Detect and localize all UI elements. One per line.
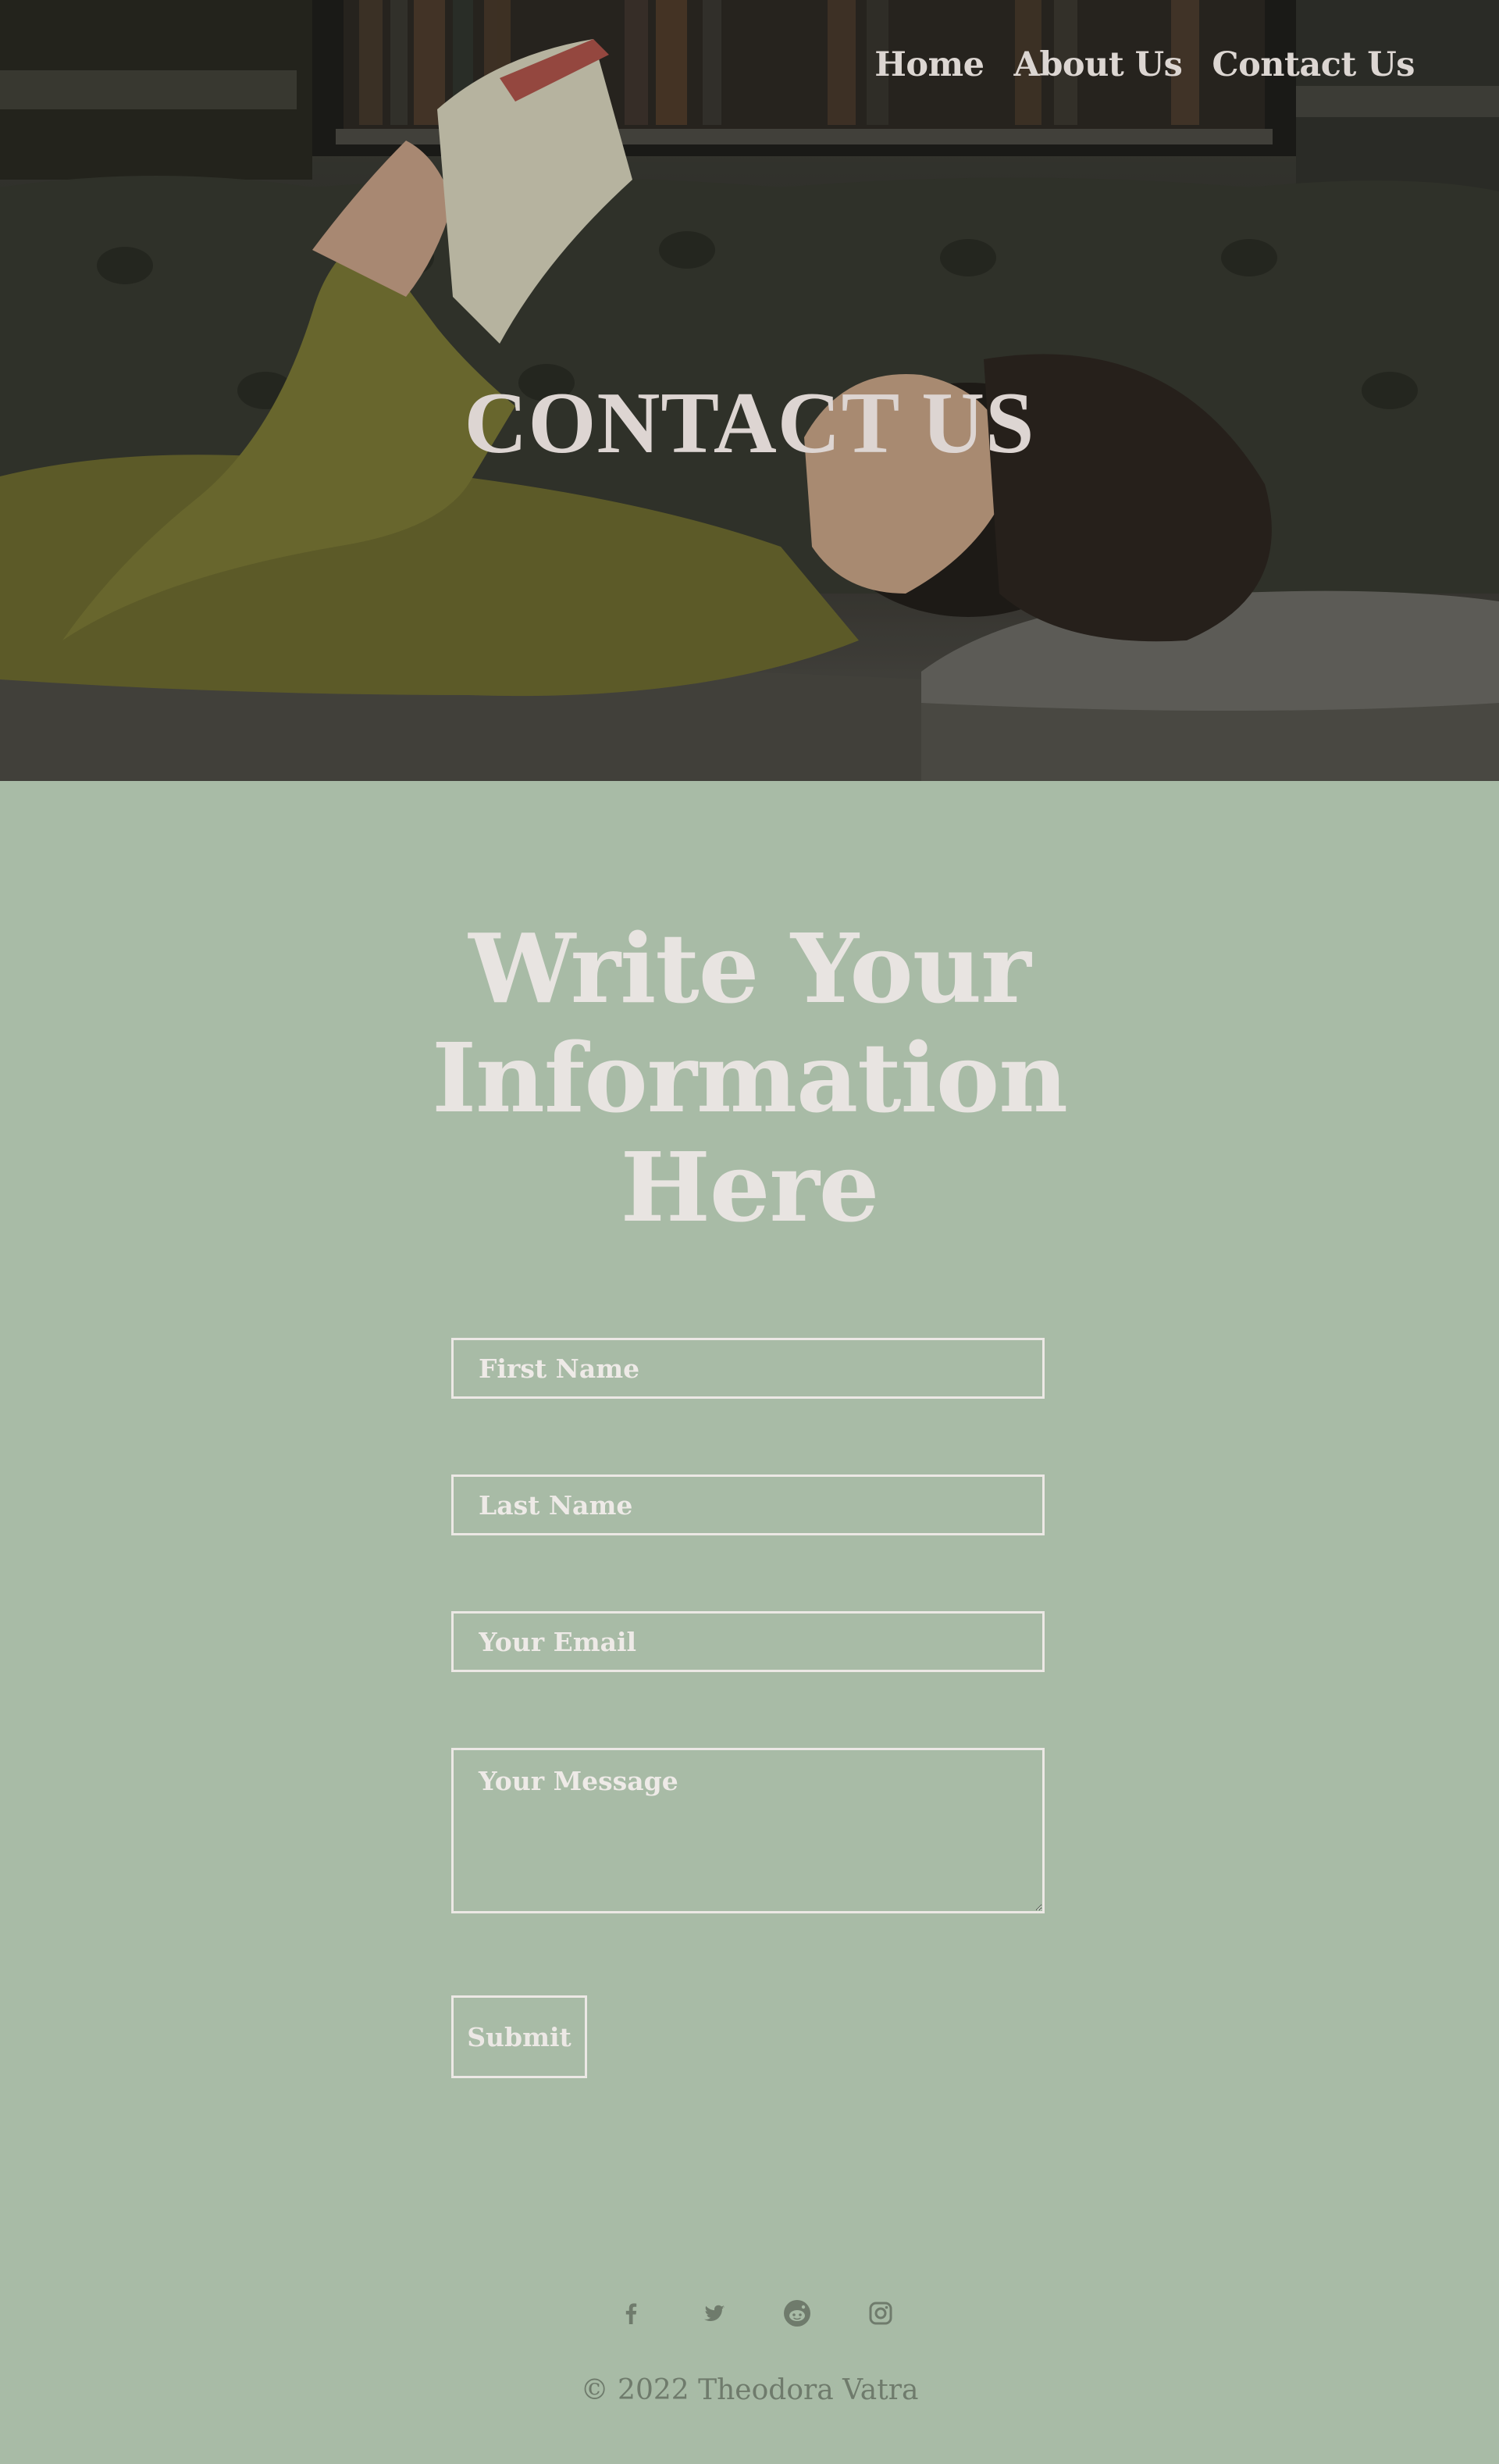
nav-about-us[interactable]: About Us bbox=[1013, 45, 1182, 84]
hero-title: CONTACT US bbox=[464, 375, 1035, 472]
submit-button[interactable]: Submit bbox=[451, 1995, 587, 2078]
twitter-icon bbox=[704, 2305, 725, 2321]
nav-contact-us[interactable]: Contact Us bbox=[1212, 45, 1415, 84]
reddit-link[interactable] bbox=[780, 2296, 814, 2330]
social-links bbox=[0, 2296, 1499, 2330]
last-name-input[interactable] bbox=[451, 1474, 1045, 1535]
facebook-link[interactable] bbox=[614, 2296, 648, 2330]
instagram-icon bbox=[869, 2302, 892, 2325]
facebook-icon bbox=[625, 2303, 637, 2324]
twitter-link[interactable] bbox=[697, 2296, 732, 2330]
form-heading: Write Your Information Here bbox=[432, 912, 1068, 1243]
message-textarea[interactable] bbox=[451, 1748, 1045, 1913]
email-input[interactable] bbox=[451, 1611, 1045, 1672]
first-name-input[interactable] bbox=[451, 1338, 1045, 1399]
reddit-icon bbox=[784, 2300, 810, 2327]
instagram-link[interactable] bbox=[863, 2296, 898, 2330]
nav-home[interactable]: Home bbox=[874, 45, 984, 84]
main-nav: Home About Us Contact Us bbox=[874, 45, 1415, 84]
copyright-text: © 2022 Theodora Vatra bbox=[580, 2374, 919, 2406]
hero-banner: Home About Us Contact Us CONTACT US bbox=[0, 0, 1499, 781]
